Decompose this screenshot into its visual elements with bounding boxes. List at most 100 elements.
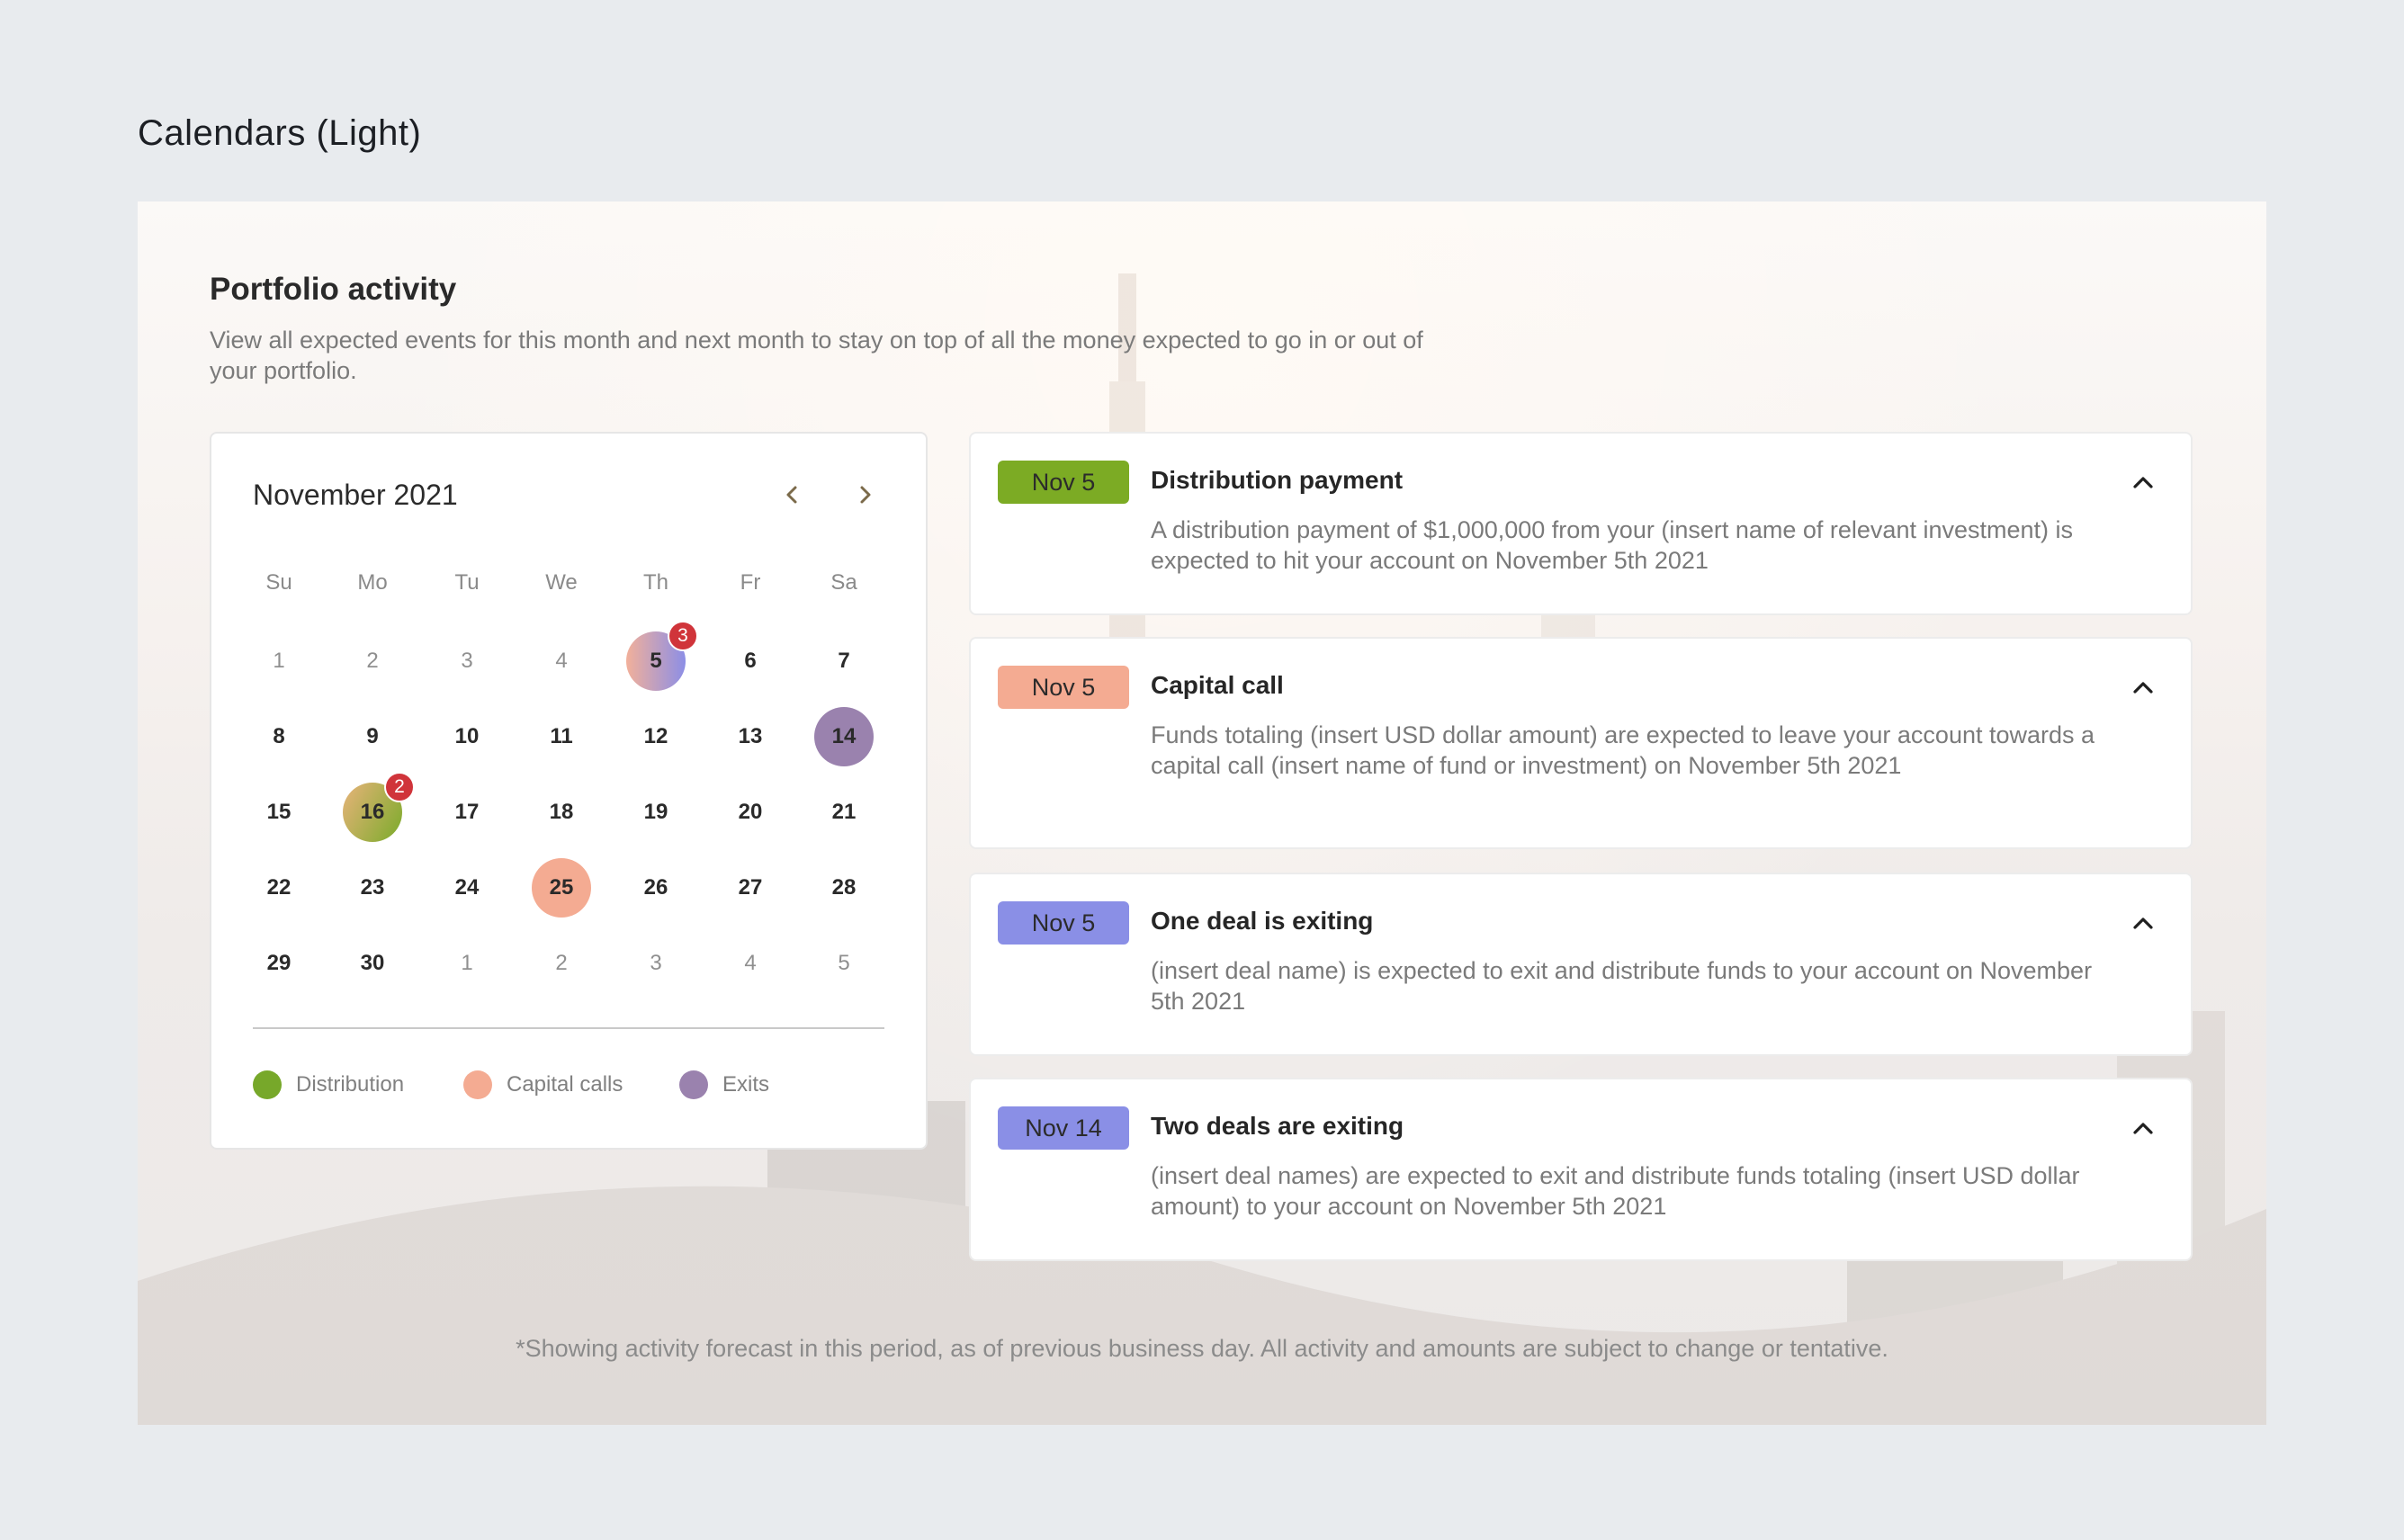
event-description: (insert deal names) are expected to exit… — [1151, 1162, 2080, 1220]
calendar-day[interactable]: 5 — [814, 934, 874, 993]
day-number: 1 — [461, 951, 473, 975]
calendar-day[interactable]: 20 — [721, 783, 780, 842]
day-number: 7 — [838, 649, 850, 673]
calendar-day[interactable]: 24 — [437, 858, 497, 918]
legend-label: Distribution — [296, 1072, 405, 1097]
day-number: 2 — [555, 951, 568, 975]
calendar-day[interactable]: 3 — [626, 934, 686, 993]
calendar-card: November 2021 Su Mo Tu We Th Fr Sa 12345367891… — [210, 432, 928, 1150]
calendar-day[interactable]: 18 — [532, 783, 591, 842]
collapse-event-button[interactable] — [2130, 1115, 2157, 1142]
chevron-up-icon — [2133, 477, 2153, 488]
event-title: Distribution payment — [1151, 466, 1404, 494]
calendar-day[interactable]: 29 — [249, 934, 309, 993]
event-date-tag: Nov 5 — [998, 461, 1129, 504]
event-date-tag: Nov 5 — [998, 666, 1129, 709]
day-number: 2 — [366, 649, 379, 673]
calendar-day[interactable]: 1 — [437, 934, 497, 993]
panel-description: View all expected events for this month … — [210, 327, 1423, 384]
calendar-day[interactable]: 9 — [343, 707, 402, 766]
calendar-day-with-event[interactable]: 16 2 — [343, 772, 415, 842]
legend-item: Distribution — [253, 1070, 404, 1099]
day-number: 20 — [738, 800, 763, 824]
event-card: Nov 5 One deal is exiting (insert deal nam… — [969, 873, 2193, 1056]
day-number: 6 — [744, 649, 757, 673]
event-card: Nov 5 Distribution payment A distribution … — [969, 432, 2193, 615]
legend-color-dot — [463, 1070, 492, 1099]
calendar-day[interactable]: 1 — [249, 631, 309, 691]
portfolio-activity-panel: Portfolio activity View all expected eve… — [138, 201, 2266, 1425]
event-description: A distribution payment of $1,000,000 fro… — [1151, 516, 2074, 574]
day-number: 29 — [266, 951, 292, 975]
calendar-day[interactable]: 7 — [814, 631, 874, 691]
calendar-day-with-event[interactable]: 25 — [532, 858, 591, 918]
legend-label: Capital calls — [507, 1072, 623, 1097]
next-month-button[interactable] — [847, 477, 883, 513]
calendar-day[interactable]: 30 — [343, 934, 402, 993]
calendar-day[interactable]: 21 — [814, 783, 874, 842]
collapse-event-button[interactable] — [2130, 470, 2157, 497]
calendar-day-with-event[interactable]: 53 — [626, 621, 698, 691]
calendar-month-label: November 2021 — [253, 479, 458, 511]
calendar-day[interactable]: 15 — [249, 783, 309, 842]
calendar-day[interactable]: 2 — [343, 631, 402, 691]
calendar-day[interactable]: 13 — [721, 707, 780, 766]
day-number: 22 — [266, 875, 292, 900]
day-number: 18 — [549, 800, 574, 824]
calendar-divider — [253, 1027, 884, 1029]
calendar-day[interactable]: 10 — [437, 707, 497, 766]
calendar-day[interactable]: 12 — [626, 707, 686, 766]
event-description: (insert deal name) is expected to exit a… — [1151, 957, 2093, 1015]
calendar-day[interactable]: 27 — [721, 858, 780, 918]
day-number: 11 — [550, 724, 573, 748]
calendar-day[interactable]: 6 — [721, 631, 780, 691]
calendar-day[interactable]: 23 — [343, 858, 402, 918]
weekday-label: Fr — [740, 570, 761, 595]
calendar-day-with-event[interactable]: 14 — [814, 707, 874, 766]
collapse-event-button[interactable] — [2130, 675, 2157, 702]
event-count-badge: 3 — [668, 621, 698, 651]
event-title: Capital call — [1151, 671, 1284, 699]
calendar-day[interactable]: 19 — [626, 783, 686, 842]
calendar-day[interactable]: 8 — [249, 707, 309, 766]
weekday-label: Sa — [830, 570, 857, 595]
calendar-day[interactable]: 4 — [721, 934, 780, 993]
day-number: 23 — [360, 875, 385, 900]
calendar-day[interactable]: 4 — [532, 631, 591, 691]
chevron-left-icon — [786, 486, 797, 504]
day-number: 19 — [643, 800, 668, 824]
chevron-right-icon — [860, 486, 871, 504]
weekday-label: Mo — [357, 570, 388, 595]
day-number: 24 — [454, 875, 480, 900]
calendar-day[interactable]: 2 — [532, 934, 591, 993]
previous-month-button[interactable] — [775, 477, 811, 513]
day-number: 3 — [650, 951, 662, 975]
day-number: 17 — [454, 800, 480, 824]
calendar-day[interactable]: 22 — [249, 858, 309, 918]
calendar-day[interactable]: 11 — [532, 707, 591, 766]
calendar-day[interactable]: 3 — [437, 631, 497, 691]
day-number: 9 — [366, 724, 379, 748]
legend-item: Capital calls — [463, 1070, 623, 1099]
calendar-day[interactable]: 26 — [626, 858, 686, 918]
day-number: 4 — [744, 951, 757, 975]
weekday-label: We — [545, 570, 578, 595]
day-number: 27 — [738, 875, 763, 900]
day-number: 30 — [360, 951, 385, 975]
event-title: One deal is exiting — [1151, 907, 1374, 935]
collapse-event-button[interactable] — [2130, 910, 2157, 937]
legend-item: Exits — [679, 1070, 769, 1099]
day-number: 5 — [838, 951, 850, 975]
event-title: Two deals are exiting — [1151, 1112, 1404, 1140]
event-count-badge: 2 — [384, 772, 415, 802]
legend-color-dot — [253, 1070, 282, 1099]
day-number: 28 — [831, 875, 857, 900]
calendar-day[interactable]: 28 — [814, 858, 874, 918]
legend-label: Exits — [722, 1072, 770, 1097]
calendar-day[interactable]: 17 — [437, 783, 497, 842]
day-number: 3 — [461, 649, 473, 673]
day-number: 10 — [454, 724, 480, 748]
weekday-label: Th — [642, 570, 668, 595]
event-date-tag: Nov 5 — [998, 901, 1129, 945]
day-number: 25 — [549, 875, 574, 900]
